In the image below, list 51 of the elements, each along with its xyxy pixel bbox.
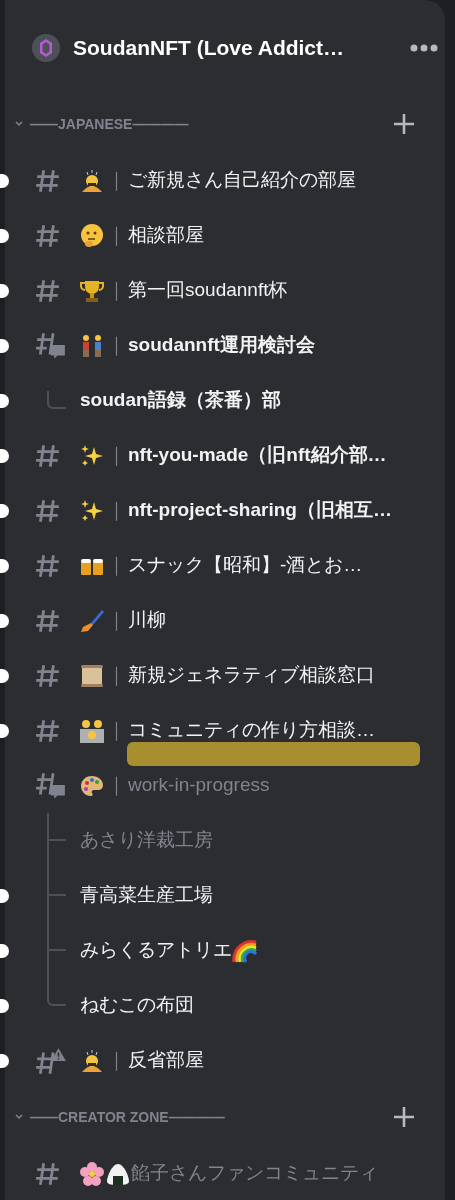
channel-item[interactable]: ｜反省部屋 [79, 1046, 204, 1075]
family-icon [79, 717, 105, 744]
server-icon [31, 32, 61, 63]
channel-item[interactable]: ｜コミュニティの作り方相談… [79, 716, 375, 745]
thread-branch-line [46, 390, 66, 411]
forum-icon [35, 330, 67, 361]
thread-branch-line [46, 868, 66, 923]
hash-icon [35, 552, 61, 579]
server-name[interactable]: SoudanNFT (Love Addict… [73, 31, 345, 64]
forum-icon [35, 770, 67, 801]
hash-icon [35, 717, 61, 744]
rainbow-icon [232, 937, 258, 964]
channel-item[interactable]: ｜nft-you-made（旧nft紹介部… [79, 441, 387, 470]
flower-icon [79, 1160, 105, 1187]
thread-item[interactable]: あさり洋裁工房 [80, 826, 213, 855]
thread-item[interactable]: soudan語録（茶番）部 [80, 386, 281, 415]
channel-item[interactable]: ｜川柳 [79, 606, 166, 635]
hash-icon [35, 607, 61, 634]
more-icon[interactable] [409, 42, 439, 53]
channel-item[interactable]: ｜新規ジェネラティブ相談窓口 [79, 661, 375, 690]
bowing-person-icon [79, 167, 105, 194]
hash-icon [35, 222, 61, 249]
chevron-icon[interactable] [14, 119, 24, 129]
thinking-face-icon [79, 222, 105, 249]
channel-item[interactable]: ｜ご新規さん自己紹介の部屋 [79, 166, 356, 195]
category-header[interactable]: ——CREATOR ZONE———— [30, 1106, 225, 1128]
hash-icon [35, 167, 61, 194]
channel-item[interactable]: ｜相談部屋 [79, 221, 204, 250]
hash-icon [35, 442, 61, 469]
category-header[interactable]: ——JAPANESE———— [30, 113, 189, 135]
channel-item[interactable]: ｜soudannft運用検討会 [79, 331, 315, 360]
hash-icon [35, 497, 61, 524]
thread-item[interactable]: みらくるアトリエ [80, 936, 258, 965]
thread-branch-line [46, 813, 66, 868]
add-channel-icon[interactable] [393, 113, 415, 135]
scroll-icon [79, 662, 105, 689]
hash-icon [35, 277, 61, 304]
hash-icon [35, 662, 61, 689]
hash-icon [35, 1160, 61, 1187]
hash-warning-icon [35, 1045, 67, 1076]
thread-item[interactable]: 青高菜生産工場 [80, 881, 213, 910]
channel-item[interactable]: ｜nft-project-sharing（旧相互… [79, 496, 392, 525]
channel-item[interactable]: ｜第一回soudannft杯 [79, 276, 288, 305]
paintbrush-icon [79, 607, 105, 634]
thread-item[interactable]: ねむこの布団 [80, 991, 194, 1020]
channel-item[interactable]: 餡子さんファンコミュニティ [79, 1159, 378, 1188]
chevron-icon[interactable] [14, 1112, 24, 1122]
channel-item[interactable]: ｜work-in-progress [79, 771, 270, 800]
channel-item[interactable]: ｜スナック【昭和】-酒とお… [79, 551, 363, 580]
bowing-person-icon [79, 1047, 105, 1074]
add-channel-icon[interactable] [393, 1106, 415, 1128]
